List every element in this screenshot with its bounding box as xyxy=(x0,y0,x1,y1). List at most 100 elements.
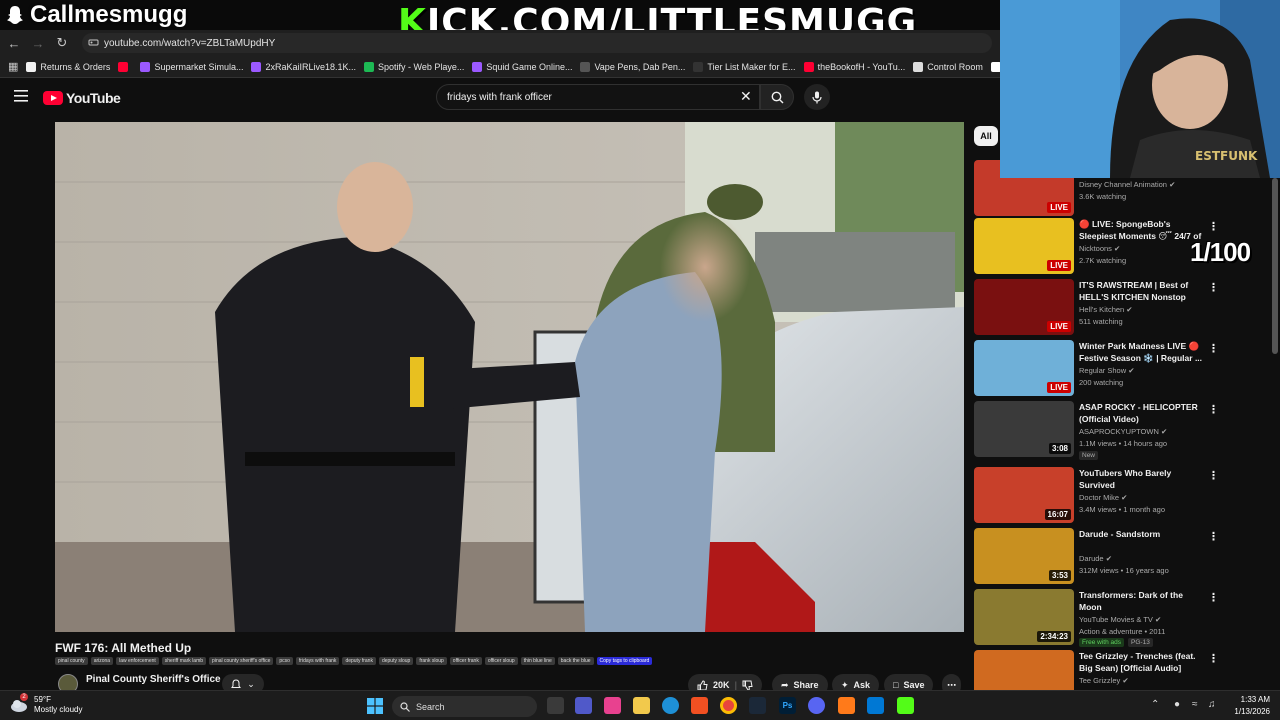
video-thumbnail[interactable]: LIVE xyxy=(974,218,1074,274)
recommended-channel[interactable]: YouTube Movies & TV ✔ xyxy=(1079,615,1161,624)
more-options-icon[interactable]: ⋮ xyxy=(1208,403,1219,416)
filter-chip-all[interactable]: All xyxy=(974,126,998,146)
more-options-icon[interactable]: ⋮ xyxy=(1208,591,1219,604)
bookmark-item[interactable] xyxy=(118,61,132,72)
thumbs-down-icon[interactable] xyxy=(742,680,753,691)
sidebar-scrollbar[interactable] xyxy=(1272,178,1278,354)
more-options-icon[interactable]: ⋮ xyxy=(1208,530,1219,543)
voice-search-button[interactable] xyxy=(804,84,830,110)
clear-search-icon[interactable]: ✕ xyxy=(740,89,752,103)
teams-icon[interactable] xyxy=(575,697,592,714)
volume-icon[interactable]: ♫ xyxy=(1208,699,1216,710)
wifi-icon[interactable]: ≈ xyxy=(1192,699,1198,710)
youtube-logo[interactable]: YouTube xyxy=(43,90,121,106)
taskbar-search[interactable]: Search xyxy=(392,696,537,717)
recommended-channel[interactable]: Darude ✔ xyxy=(1079,554,1112,563)
recommended-video[interactable]: LIVE IT'S RAWSTREAM | Best of HELL'S KITC… xyxy=(974,279,1274,337)
site-info-icon[interactable] xyxy=(88,37,99,48)
video-tag[interactable]: officer frank xyxy=(449,657,482,665)
bookmark-item[interactable]: Control Room xyxy=(913,61,983,72)
video-thumbnail[interactable]: 3:08 xyxy=(974,401,1074,457)
more-options-icon[interactable]: ⋮ xyxy=(1208,469,1219,482)
recommended-channel[interactable]: Doctor Mike ✔ xyxy=(1079,493,1127,502)
recommended-video[interactable]: 16:07 YouTubers Who Barely Survived Doctor… xyxy=(974,467,1274,525)
recommended-video-title[interactable]: ASAP ROCKY - HELICOPTER (Official Video) xyxy=(1079,401,1207,425)
video-thumbnail[interactable]: LIVE xyxy=(974,340,1074,396)
recommended-channel[interactable]: Tee Grizzley ✔ xyxy=(1079,676,1129,685)
video-thumbnail[interactable]: 16:07 xyxy=(974,467,1074,523)
bookmark-item[interactable]: Tier List Maker for E... xyxy=(693,61,796,72)
edge-icon[interactable] xyxy=(662,697,679,714)
more-options-icon[interactable]: ⋮ xyxy=(1208,281,1219,294)
recommended-channel[interactable]: Hell's Kitchen ✔ xyxy=(1079,305,1133,314)
video-tag[interactable]: pinal county sheriff's office xyxy=(209,657,274,665)
recommended-video[interactable]: 3:08 ASAP ROCKY - HELICOPTER (Official Vi… xyxy=(974,401,1274,460)
recommended-video-title[interactable]: 🔴 LIVE: SpongeBob's Sleepiest Moments 😴 … xyxy=(1079,218,1207,242)
video-tag[interactable]: thin blue line xyxy=(520,657,555,665)
recommended-channel[interactable]: Disney Channel Animation ✔ xyxy=(1079,180,1175,189)
microphone-tray-icon[interactable]: ● xyxy=(1174,699,1180,710)
video-thumbnail[interactable]: LIVE xyxy=(974,279,1074,335)
video-tag[interactable]: pcso xyxy=(276,657,293,665)
video-thumbnail[interactable]: 3:53 xyxy=(974,528,1074,584)
more-options-icon[interactable]: ⋮ xyxy=(1208,342,1219,355)
bookmark-item[interactable]: Spotify - Web Playe... xyxy=(364,61,464,72)
bookmark-item[interactable]: Returns & Orders xyxy=(26,61,110,72)
recommended-video[interactable]: 2:34:23 Transformers: Dark of the Moon You… xyxy=(974,589,1274,647)
video-tag[interactable]: sheriff mark lamb xyxy=(161,657,207,665)
system-clock[interactable]: 1:33 AM 1/13/2026 xyxy=(1222,694,1270,718)
steam-icon[interactable] xyxy=(749,697,766,714)
recommended-video-title[interactable]: Transformers: Dark of the Moon xyxy=(1079,589,1207,613)
recommended-channel[interactable]: ASAPROCKYUPTOWN ✔ xyxy=(1079,427,1167,436)
video-tag[interactable]: officer sloup xyxy=(484,657,518,665)
video-tag[interactable]: arizona xyxy=(90,657,114,665)
weather-widget[interactable]: 2 59°F Mostly cloudy xyxy=(10,693,82,715)
search-button[interactable] xyxy=(760,84,794,110)
video-tag[interactable]: pinal county xyxy=(55,657,88,665)
more-options-icon[interactable]: ⋮ xyxy=(1208,220,1219,233)
video-player[interactable] xyxy=(55,122,964,632)
menu-icon[interactable] xyxy=(14,90,28,102)
microsoft-store-icon[interactable] xyxy=(691,697,708,714)
recommended-video-title[interactable]: Tee Grizzley - Trenches (feat. Big Sean)… xyxy=(1079,650,1207,674)
file-explorer-icon[interactable] xyxy=(633,697,650,714)
windows-start-icon[interactable] xyxy=(367,698,383,714)
recommended-channel[interactable]: Nicktoons ✔ xyxy=(1079,244,1120,253)
app-icon[interactable] xyxy=(838,697,855,714)
chrome-icon[interactable] xyxy=(720,697,737,714)
forward-button[interactable]: → xyxy=(26,31,50,55)
recommended-video-title[interactable]: Darude - Sandstorm xyxy=(1079,528,1207,540)
discord-icon[interactable] xyxy=(808,697,825,714)
recommended-video-title[interactable]: YouTubers Who Barely Survived xyxy=(1079,467,1207,491)
video-thumbnail[interactable]: 2:34:23 xyxy=(974,589,1074,645)
copilot-icon[interactable] xyxy=(604,697,621,714)
video-tag[interactable]: back the blue xyxy=(557,657,594,665)
recommended-video[interactable]: LIVE Winter Park Madness LIVE 🔴 Festive S… xyxy=(974,340,1274,398)
video-tag[interactable]: frank sloup xyxy=(416,657,447,665)
video-tag[interactable]: deputy sloup xyxy=(378,657,414,665)
task-view-icon[interactable] xyxy=(547,697,564,714)
bookmark-item[interactable]: 2xRaKaiIRLive18.1K... xyxy=(251,61,356,72)
recommended-video[interactable]: 3:53 Darude - Sandstorm Darude ✔ 312M views… xyxy=(974,528,1274,586)
kick-app-icon[interactable] xyxy=(897,697,914,714)
bookmark-item[interactable]: Home xyxy=(990,61,1000,72)
photoshop-icon[interactable]: Ps xyxy=(779,697,796,714)
bookmark-item[interactable]: theBookofH - YouTu... xyxy=(803,61,905,72)
bookmark-item[interactable]: Vape Pens, Dab Pen... xyxy=(580,61,685,72)
bookmark-item[interactable]: Supermarket Simula... xyxy=(140,61,243,72)
video-tag[interactable]: fridays with frank xyxy=(295,657,340,665)
channel-name[interactable]: Pinal County Sheriff's Office xyxy=(86,674,221,685)
reload-button[interactable]: ↻ xyxy=(50,31,74,55)
address-bar[interactable]: youtube.com/watch?v=ZBLTaMUpdHY xyxy=(82,33,992,53)
window-app-icon[interactable] xyxy=(867,697,884,714)
back-button[interactable]: ← xyxy=(2,31,26,55)
bookmark-item[interactable]: Squid Game Online... xyxy=(472,61,572,72)
video-tag[interactable]: law enforcement xyxy=(116,657,159,665)
recommended-channel[interactable]: Regular Show ✔ xyxy=(1079,366,1135,375)
search-input[interactable]: fridays with frank officer xyxy=(436,84,760,110)
video-tag[interactable]: deputy frank xyxy=(342,657,376,665)
show-hidden-icons[interactable]: ⌃ xyxy=(1151,699,1159,710)
copy-tags-button[interactable]: Copy tags to clipboard xyxy=(596,657,653,665)
apps-grid-icon[interactable]: ▦ xyxy=(8,60,18,73)
recommended-video-title[interactable]: Winter Park Madness LIVE 🔴 Festive Seaso… xyxy=(1079,340,1207,364)
